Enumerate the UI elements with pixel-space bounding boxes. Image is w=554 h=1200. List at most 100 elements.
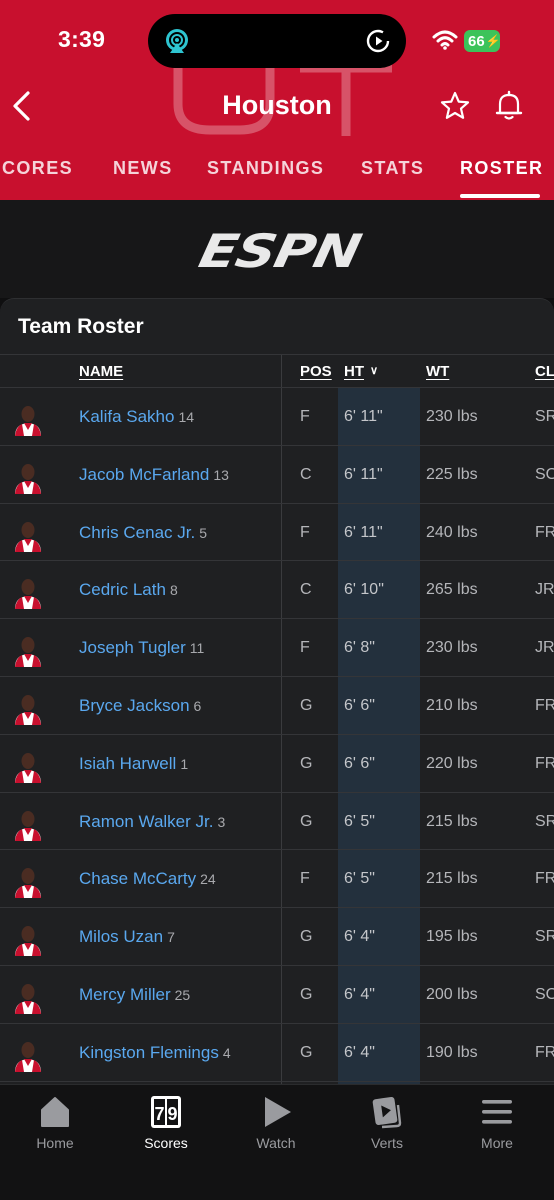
player-name: Jacob McFarland (79, 464, 210, 484)
player-number: 11 (189, 640, 205, 657)
player-name-link[interactable]: Kalifa Sakho 14 (79, 407, 194, 427)
player-number: 13 (213, 466, 229, 483)
player-number: 4 (222, 1044, 231, 1061)
table-row[interactable]: Bryce Jackson 6 G 6' 6" 210 lbs FR (0, 677, 554, 735)
roster-title: Team Roster (18, 315, 144, 338)
player-headshot (11, 1038, 45, 1072)
player-class: FR (535, 754, 554, 772)
team-title: Houston (222, 90, 332, 120)
tabbar-verts-label: Verts (371, 1135, 403, 1151)
player-weight: 200 lbs (426, 985, 478, 1003)
tab-stats[interactable]: STATS (361, 158, 424, 179)
player-name-link[interactable]: Kingston Flemings 4 (79, 1043, 231, 1063)
table-row[interactable]: Kingston Flemings 4 G 6' 4" 190 lbs FR (0, 1024, 554, 1082)
table-row[interactable]: Ramon Walker Jr. 3 G 6' 5" 215 lbs SR (0, 793, 554, 851)
tabbar-watch[interactable]: Watch (226, 1095, 326, 1155)
column-header-pos[interactable]: POS (300, 363, 332, 380)
notifications-bell-button[interactable] (494, 89, 524, 121)
home-icon (41, 1097, 69, 1127)
player-name-link[interactable]: Chris Cenac Jr. 5 (79, 523, 207, 543)
charging-icon: ⚡ (485, 34, 501, 48)
player-name: Cedric Lath (79, 580, 166, 600)
tabbar-more-label: More (481, 1135, 513, 1151)
player-height: 6' 4" (344, 985, 375, 1003)
player-name-link[interactable]: Mercy Miller 25 (79, 985, 190, 1005)
player-height: 6' 11" (344, 408, 383, 425)
player-name-link[interactable]: Bryce Jackson 6 (79, 696, 201, 716)
table-row[interactable]: Chase McCarty 24 F 6' 5" 215 lbs FR (0, 850, 554, 909)
player-position: C (300, 581, 312, 599)
status-time: 3:39 (58, 26, 106, 52)
player-weight: 215 lbs (426, 870, 478, 888)
player-weight: 215 lbs (426, 812, 478, 830)
table-row[interactable]: Isiah Harwell 1 G 6' 6" 220 lbs FR (0, 735, 554, 793)
player-weight: 220 lbs (426, 754, 478, 772)
player-name: Bryce Jackson (79, 695, 190, 715)
tab-scores[interactable]: CORES (2, 158, 73, 179)
tab-news[interactable]: NEWS (113, 158, 173, 179)
player-name: Kingston Flemings (79, 1042, 219, 1062)
tabbar-more[interactable]: More (447, 1095, 547, 1155)
section-tabs: CORES NEWS STANDINGS STATS ROSTER (0, 154, 554, 200)
player-headshot (11, 460, 45, 494)
column-header-cl[interactable]: CL (535, 363, 554, 380)
player-name-link[interactable]: Joseph Tugler 11 (79, 638, 204, 658)
player-name: Chris Cenac Jr. (79, 522, 196, 542)
svg-text:9: 9 (167, 1104, 177, 1124)
favorite-star-button[interactable] (440, 91, 470, 121)
roster-table: NAME POS HT ∨ WT CL Kalifa Sakho 14 F 6' 11"… (0, 354, 554, 1114)
player-position: G (300, 812, 313, 830)
player-name: Chase McCarty (79, 869, 197, 889)
player-name-link[interactable]: Ramon Walker Jr. 3 (79, 812, 225, 832)
table-row[interactable]: Mercy Miller 25 G 6' 4" 200 lbs SO (0, 966, 554, 1024)
active-tab-indicator (460, 194, 540, 198)
player-weight: 210 lbs (426, 696, 478, 714)
svg-text:7: 7 (154, 1104, 164, 1124)
espn-logo: ESPN (194, 224, 366, 278)
player-name-link[interactable]: Isiah Harwell 1 (79, 754, 188, 774)
player-name-link[interactable]: Milos Uzan 7 (79, 927, 175, 947)
bottom-tab-bar: Home 7 9 Scores Watch Verts More (0, 1084, 554, 1200)
table-row[interactable]: Kalifa Sakho 14 F 6' 11" 230 lbs SR (0, 388, 554, 446)
player-name: Ramon Walker Jr. (79, 811, 214, 831)
tabbar-verts[interactable]: Verts (337, 1095, 437, 1155)
tabbar-scores[interactable]: 7 9 Scores (116, 1095, 216, 1155)
player-headshot (11, 575, 45, 610)
player-height: 6' 11" (344, 523, 383, 541)
player-height: 6' 4" (344, 1043, 375, 1061)
player-position: F (300, 408, 310, 425)
player-name: Isiah Harwell (79, 753, 177, 773)
column-header-ht[interactable]: HT ∨ (344, 363, 378, 380)
player-class: SO (535, 985, 554, 1003)
table-header: NAME POS HT ∨ WT CL (0, 354, 554, 388)
player-number: 6 (193, 697, 202, 714)
roster-rows: Kalifa Sakho 14 F 6' 11" 230 lbs SR Jacob McFa… (0, 388, 554, 1082)
player-position: F (300, 523, 310, 541)
player-class: FR (535, 696, 554, 714)
tab-roster[interactable]: ROSTER (460, 158, 543, 179)
tab-standings[interactable]: STANDINGS (207, 158, 324, 179)
play-icon (265, 1097, 291, 1127)
now-playing-icon (366, 29, 390, 53)
player-class: JR (535, 581, 554, 599)
table-row[interactable]: Jacob McFarland 13 C 6' 11" 225 lbs SO (0, 446, 554, 504)
player-height: 6' 4" (344, 928, 375, 946)
player-class: SR (535, 408, 554, 425)
table-row[interactable]: Chris Cenac Jr. 5 F 6' 11" 240 lbs FR (0, 504, 554, 562)
table-row[interactable]: Cedric Lath 8 C 6' 10" 265 lbs JR (0, 561, 554, 620)
player-weight: 240 lbs (426, 523, 478, 541)
table-row[interactable]: Milos Uzan 7 G 6' 4" 195 lbs SR (0, 908, 554, 966)
player-name-link[interactable]: Chase McCarty 24 (79, 869, 216, 889)
column-header-name[interactable]: NAME (79, 363, 123, 380)
player-name-link[interactable]: Cedric Lath 8 (79, 580, 178, 600)
tabbar-home[interactable]: Home (5, 1095, 105, 1155)
player-number: 1 (180, 755, 189, 772)
column-header-wt[interactable]: WT (426, 363, 449, 380)
player-position: G (300, 928, 313, 946)
table-row[interactable]: Joseph Tugler 11 F 6' 8" 230 lbs JR (0, 619, 554, 677)
player-weight: 195 lbs (426, 928, 478, 946)
player-number: 3 (217, 813, 226, 830)
battery-indicator: 66 ⚡ (464, 30, 501, 52)
player-name-link[interactable]: Jacob McFarland 13 (79, 465, 229, 485)
player-number: 25 (174, 986, 191, 1003)
